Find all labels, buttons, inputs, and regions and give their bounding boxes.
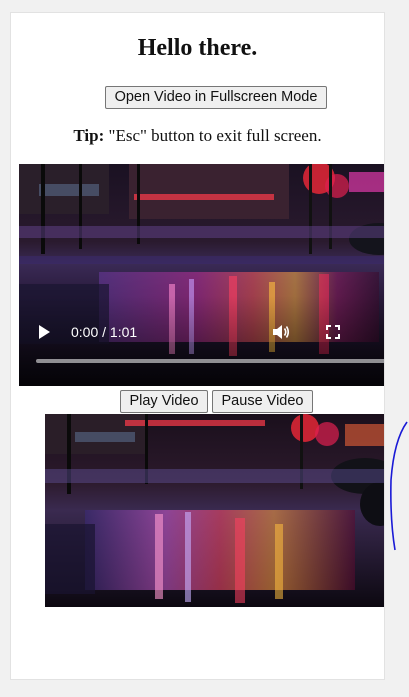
content-panel: Hello there. Open Video in Fullscreen Mo… [10, 12, 385, 680]
video-preview [45, 414, 384, 607]
fullscreen-icon[interactable] [326, 325, 340, 339]
volume-icon[interactable] [272, 324, 290, 340]
play-button[interactable]: Play Video [120, 390, 208, 413]
fullscreen-button[interactable]: Open Video in Fullscreen Mode [105, 86, 327, 109]
video-time: 0:00 / 1:01 [71, 324, 138, 340]
pause-button[interactable]: Pause Video [212, 390, 313, 413]
more-options-icon[interactable] [383, 324, 385, 342]
annotation-stroke [390, 421, 408, 551]
tip-text: Tip: "Esc" button to exit full screen. [11, 126, 384, 146]
controls-overlay [19, 296, 384, 386]
play-icon[interactable] [39, 325, 50, 339]
video-player[interactable]: 0:00 / 1:01 [19, 164, 385, 386]
tip-body: "Esc" button to exit full screen. [104, 126, 322, 145]
video-frame-2 [45, 414, 384, 607]
page-title: Hello there. [137, 35, 258, 61]
tip-label: Tip: [73, 126, 105, 145]
progress-bar[interactable] [36, 359, 384, 363]
